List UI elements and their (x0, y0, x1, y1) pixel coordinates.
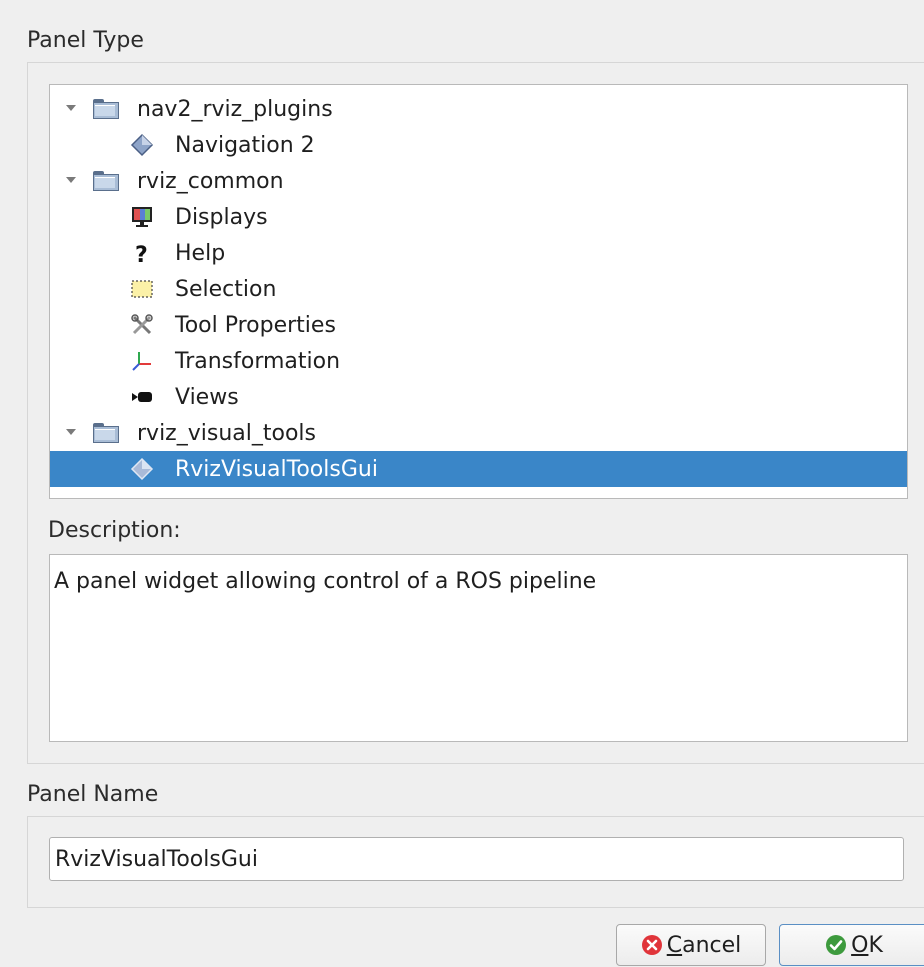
tree-item-selection[interactable]: Selection (50, 271, 907, 307)
expand-arrow-icon[interactable] (66, 177, 76, 183)
tree-item-label: Views (175, 384, 239, 410)
panel-type-tree[interactable]: nav2_rviz_plugins Navigation 2 rviz_comm… (49, 84, 908, 499)
expand-arrow-icon[interactable] (66, 105, 76, 111)
selection-icon (131, 280, 153, 298)
plugin-diamond-icon (130, 457, 154, 481)
tree-category-rviz-common[interactable]: rviz_common (50, 163, 907, 199)
tree-category-nav2-rviz-plugins[interactable]: nav2_rviz_plugins (50, 91, 907, 127)
panel-name-input[interactable] (49, 837, 904, 881)
description-text: A panel widget allowing control of a ROS… (54, 569, 597, 594)
question-icon: ? (135, 243, 148, 265)
tree-category-label: nav2_rviz_plugins (137, 96, 333, 122)
tree-item-label: Tool Properties (175, 312, 336, 338)
add-panel-dialog: Panel Type nav2_rviz_plugins Navigation … (0, 0, 924, 967)
tree-category-label: rviz_visual_tools (137, 420, 316, 446)
tree-item-navigation-2[interactable]: Navigation 2 (50, 127, 907, 163)
folder-icon (93, 423, 119, 443)
tools-icon (131, 314, 153, 335)
folder-icon (93, 171, 119, 191)
tree-category-label: rviz_common (137, 168, 284, 194)
tree-item-label: Displays (175, 204, 268, 230)
ok-button-label: OK (851, 932, 883, 958)
tree-item-label: RvizVisualToolsGui (175, 456, 378, 482)
tree-item-displays[interactable]: Displays (50, 199, 907, 235)
panel-name-group (27, 816, 924, 908)
plugin-diamond-icon (130, 133, 154, 157)
svg-text:?: ? (135, 243, 148, 265)
tree-item-help[interactable]: ? Help (50, 235, 907, 271)
description-label: Description: (48, 518, 181, 543)
axes-icon (132, 352, 151, 371)
tree-item-label: Navigation 2 (175, 132, 315, 158)
tree-item-views[interactable]: Views (50, 379, 907, 415)
monitor-icon (132, 207, 152, 227)
tree-item-label: Selection (175, 276, 277, 302)
panel-type-group: nav2_rviz_plugins Navigation 2 rviz_comm… (27, 62, 924, 764)
ok-button[interactable]: OK (779, 924, 924, 966)
tree-category-rviz-visual-tools[interactable]: rviz_visual_tools (50, 415, 907, 451)
cancel-button-label: Cancel (666, 932, 742, 958)
tree-item-label: Transformation (175, 348, 341, 374)
panel-name-label: Panel Name (27, 782, 159, 807)
description-box: A panel widget allowing control of a ROS… (49, 554, 908, 742)
cancel-button[interactable]: Cancel (616, 924, 766, 966)
check-icon (826, 935, 847, 955)
cancel-icon (641, 935, 662, 955)
tree-item-tool-properties[interactable]: Tool Properties (50, 307, 907, 343)
tree-item-transformation[interactable]: Transformation (50, 343, 907, 379)
camera-icon (132, 392, 152, 402)
expand-arrow-icon[interactable] (66, 429, 76, 435)
panel-type-label: Panel Type (27, 28, 144, 53)
tree-item-label: Help (175, 240, 226, 266)
tree-item-rvizvisualtoolsgui[interactable]: RvizVisualToolsGui (50, 451, 907, 487)
folder-icon (93, 99, 119, 119)
